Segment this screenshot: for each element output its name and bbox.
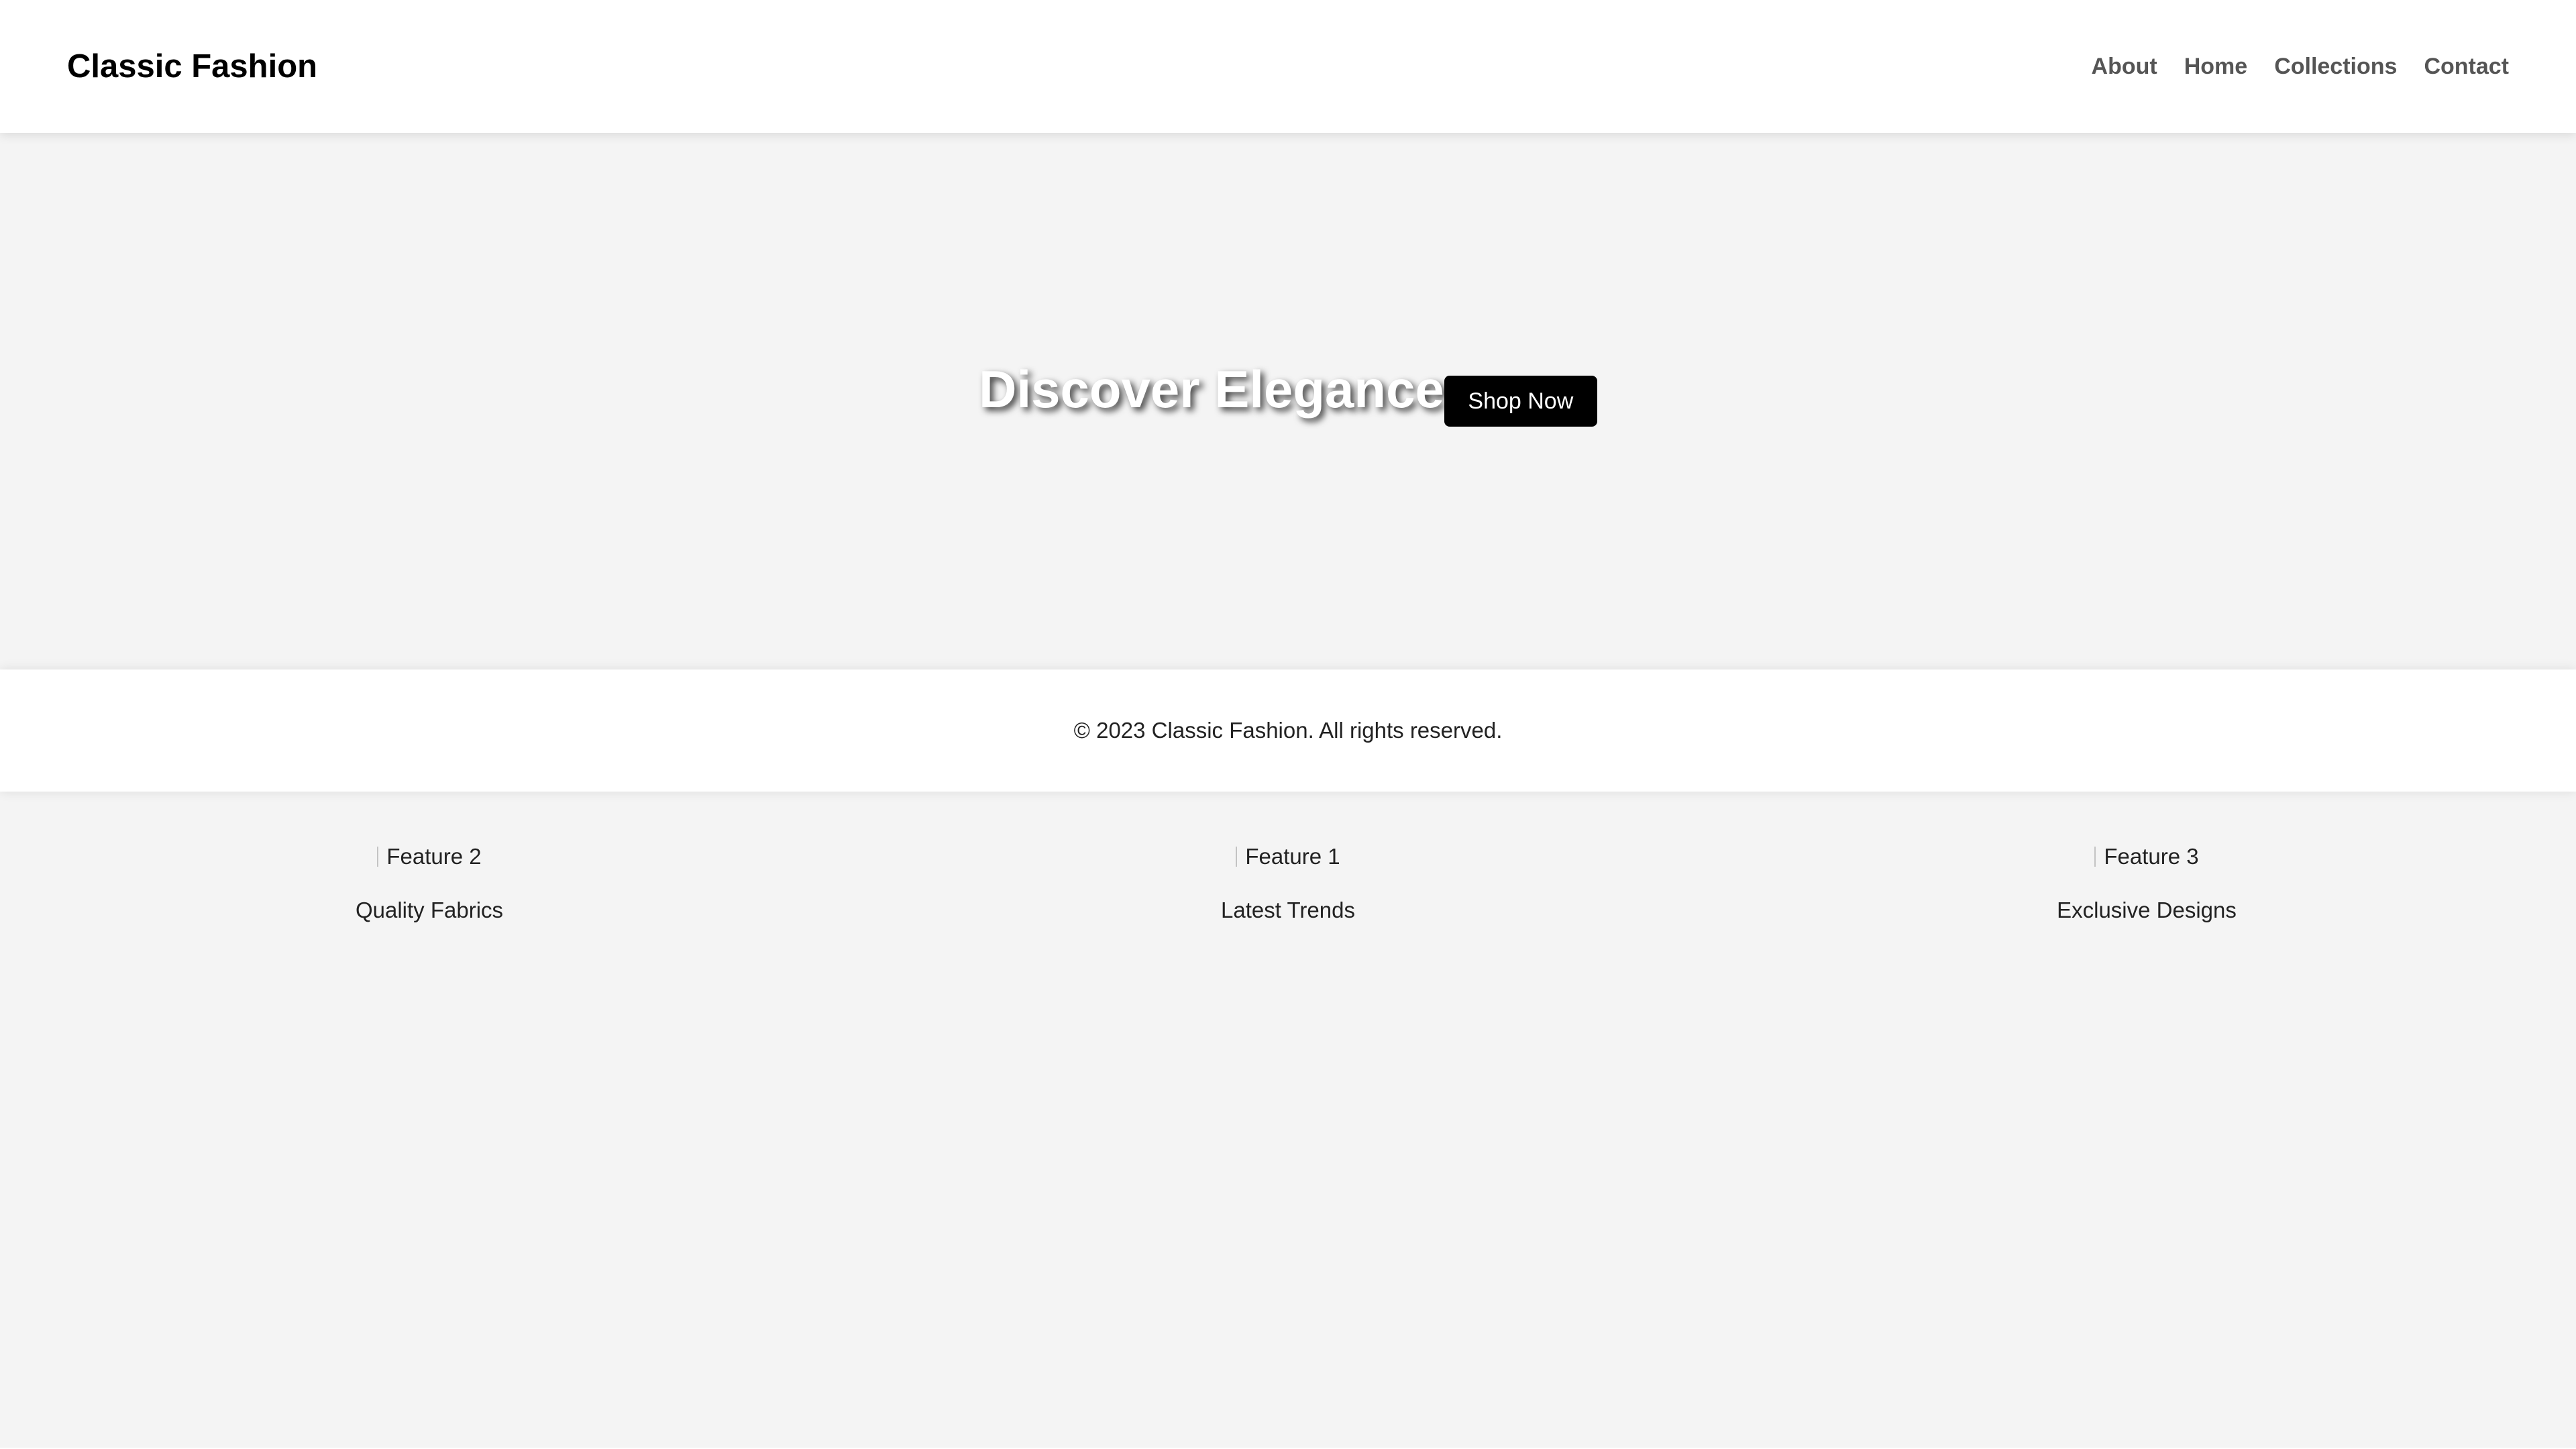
nav-link-home[interactable]: Home [2184, 54, 2247, 80]
broken-image-icon [1236, 847, 1244, 867]
feature-caption: Exclusive Designs [2057, 898, 2237, 922]
main-nav: About Home Collections Contact [2092, 0, 2509, 133]
broken-image-icon [2094, 847, 2102, 867]
hero-content: Discover Elegance Shop Now [0, 133, 2576, 669]
feature-image-alt: Feature 2 [386, 844, 482, 869]
feature-item: Feature 2 Quality Fabrics [0, 792, 859, 1449]
feature-image: Feature 2 [377, 844, 482, 869]
brand-logo[interactable]: Classic Fashion [67, 0, 317, 133]
hero-section: Discover Elegance Shop Now [0, 133, 2576, 669]
site-footer: © 2023 Classic Fashion. All rights reser… [0, 669, 2576, 792]
feature-image-alt: Feature 3 [2104, 844, 2199, 869]
broken-image-icon [377, 847, 385, 867]
feature-image: Feature 3 [2094, 844, 2199, 869]
copyright-text: © 2023 Classic Fashion. All rights reser… [1073, 718, 1503, 743]
hero-title: Discover Elegance [979, 359, 1444, 419]
features-section: Feature 2 Quality Fabrics Feature 1 Late… [0, 792, 2576, 1449]
feature-item: Feature 3 Exclusive Designs [1717, 792, 2576, 1449]
feature-item: Feature 1 Latest Trends [859, 792, 1717, 1449]
feature-image: Feature 1 [1236, 844, 1340, 869]
nav-link-collections[interactable]: Collections [2274, 54, 2397, 80]
site-header: Classic Fashion About Home Collections C… [0, 0, 2576, 133]
shop-now-button[interactable]: Shop Now [1444, 376, 1597, 427]
feature-image-alt: Feature 1 [1245, 844, 1340, 869]
feature-caption: Latest Trends [1221, 898, 1355, 922]
feature-caption: Quality Fabrics [355, 898, 504, 922]
nav-link-about[interactable]: About [2092, 54, 2157, 80]
nav-link-contact[interactable]: Contact [2424, 54, 2509, 80]
